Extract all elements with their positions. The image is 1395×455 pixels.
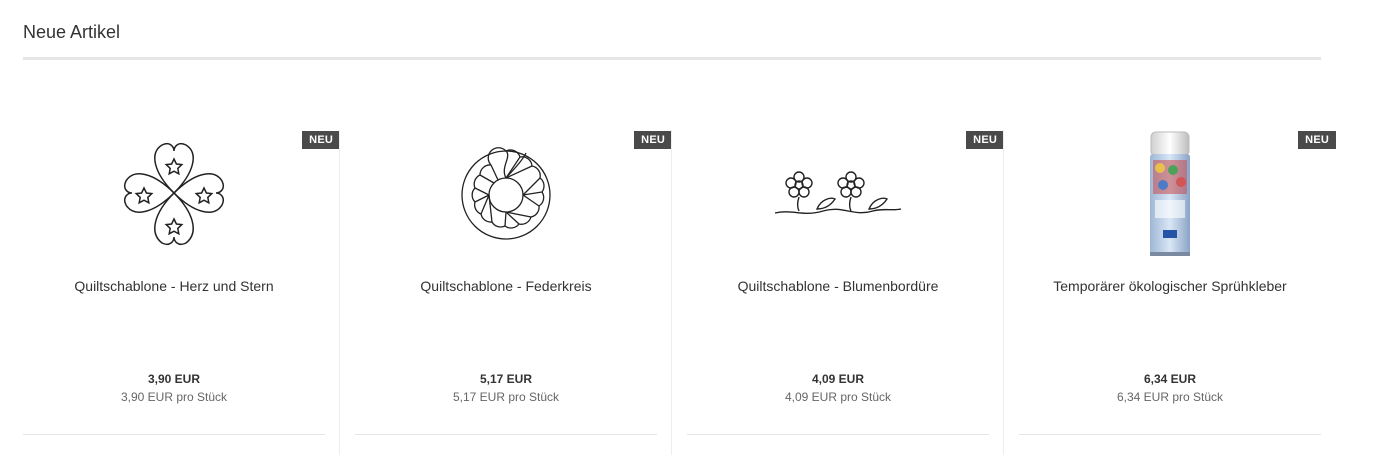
product-image-flower-border[interactable]	[737, 125, 939, 265]
product-card: NEU	[687, 85, 1004, 455]
product-unit-price: 4,09 EUR pro Stück	[784, 390, 892, 404]
section-title: Neue Artikel	[23, 22, 121, 42]
card-divider	[687, 434, 989, 435]
product-price: 5,17 EUR	[479, 372, 533, 386]
product-price: 6,34 EUR	[1143, 372, 1197, 386]
product-name[interactable]: Quiltschablone - Federkreis	[355, 278, 657, 294]
new-badge: NEU	[1298, 131, 1336, 149]
new-badge: NEU	[966, 131, 1004, 149]
new-badge: NEU	[302, 131, 340, 149]
product-image-spray-can[interactable]	[1069, 125, 1271, 265]
product-card: NEU Quiltschablone - Herz und Stern 3,90…	[23, 85, 340, 455]
card-divider	[1019, 434, 1321, 435]
product-price: 3,90 EUR	[147, 372, 201, 386]
product-image-feather-circle[interactable]	[405, 125, 607, 265]
flower-border-stencil-icon	[774, 171, 902, 214]
spray-can-icon	[1150, 131, 1190, 256]
product-card: NEU	[1019, 85, 1336, 455]
product-name[interactable]: Temporärer ökologischer Sprühkleber	[1019, 278, 1321, 294]
product-unit-price: 6,34 EUR pro Stück	[1116, 390, 1224, 404]
product-card: NEU	[355, 85, 672, 455]
product-price: 4,09 EUR	[811, 372, 865, 386]
card-separator	[1003, 130, 1004, 455]
product-unit-price: 3,90 EUR pro Stück	[120, 390, 228, 404]
card-divider	[23, 434, 325, 435]
feather-circle-stencil-icon	[461, 147, 551, 240]
card-divider	[355, 434, 657, 435]
heart-star-stencil-icon	[123, 142, 225, 245]
product-grid: NEU Quiltschablone - Herz und Stern 3,90…	[23, 85, 1363, 455]
product-name[interactable]: Quiltschablone - Herz und Stern	[23, 278, 325, 294]
product-unit-price: 5,17 EUR pro Stück	[452, 390, 560, 404]
card-separator	[671, 130, 672, 455]
new-badge: NEU	[634, 131, 672, 149]
title-divider	[23, 57, 1321, 60]
product-name[interactable]: Quiltschablone - Blumenbordüre	[687, 278, 989, 294]
product-image-heart-star[interactable]	[73, 125, 275, 265]
card-separator	[339, 130, 340, 455]
